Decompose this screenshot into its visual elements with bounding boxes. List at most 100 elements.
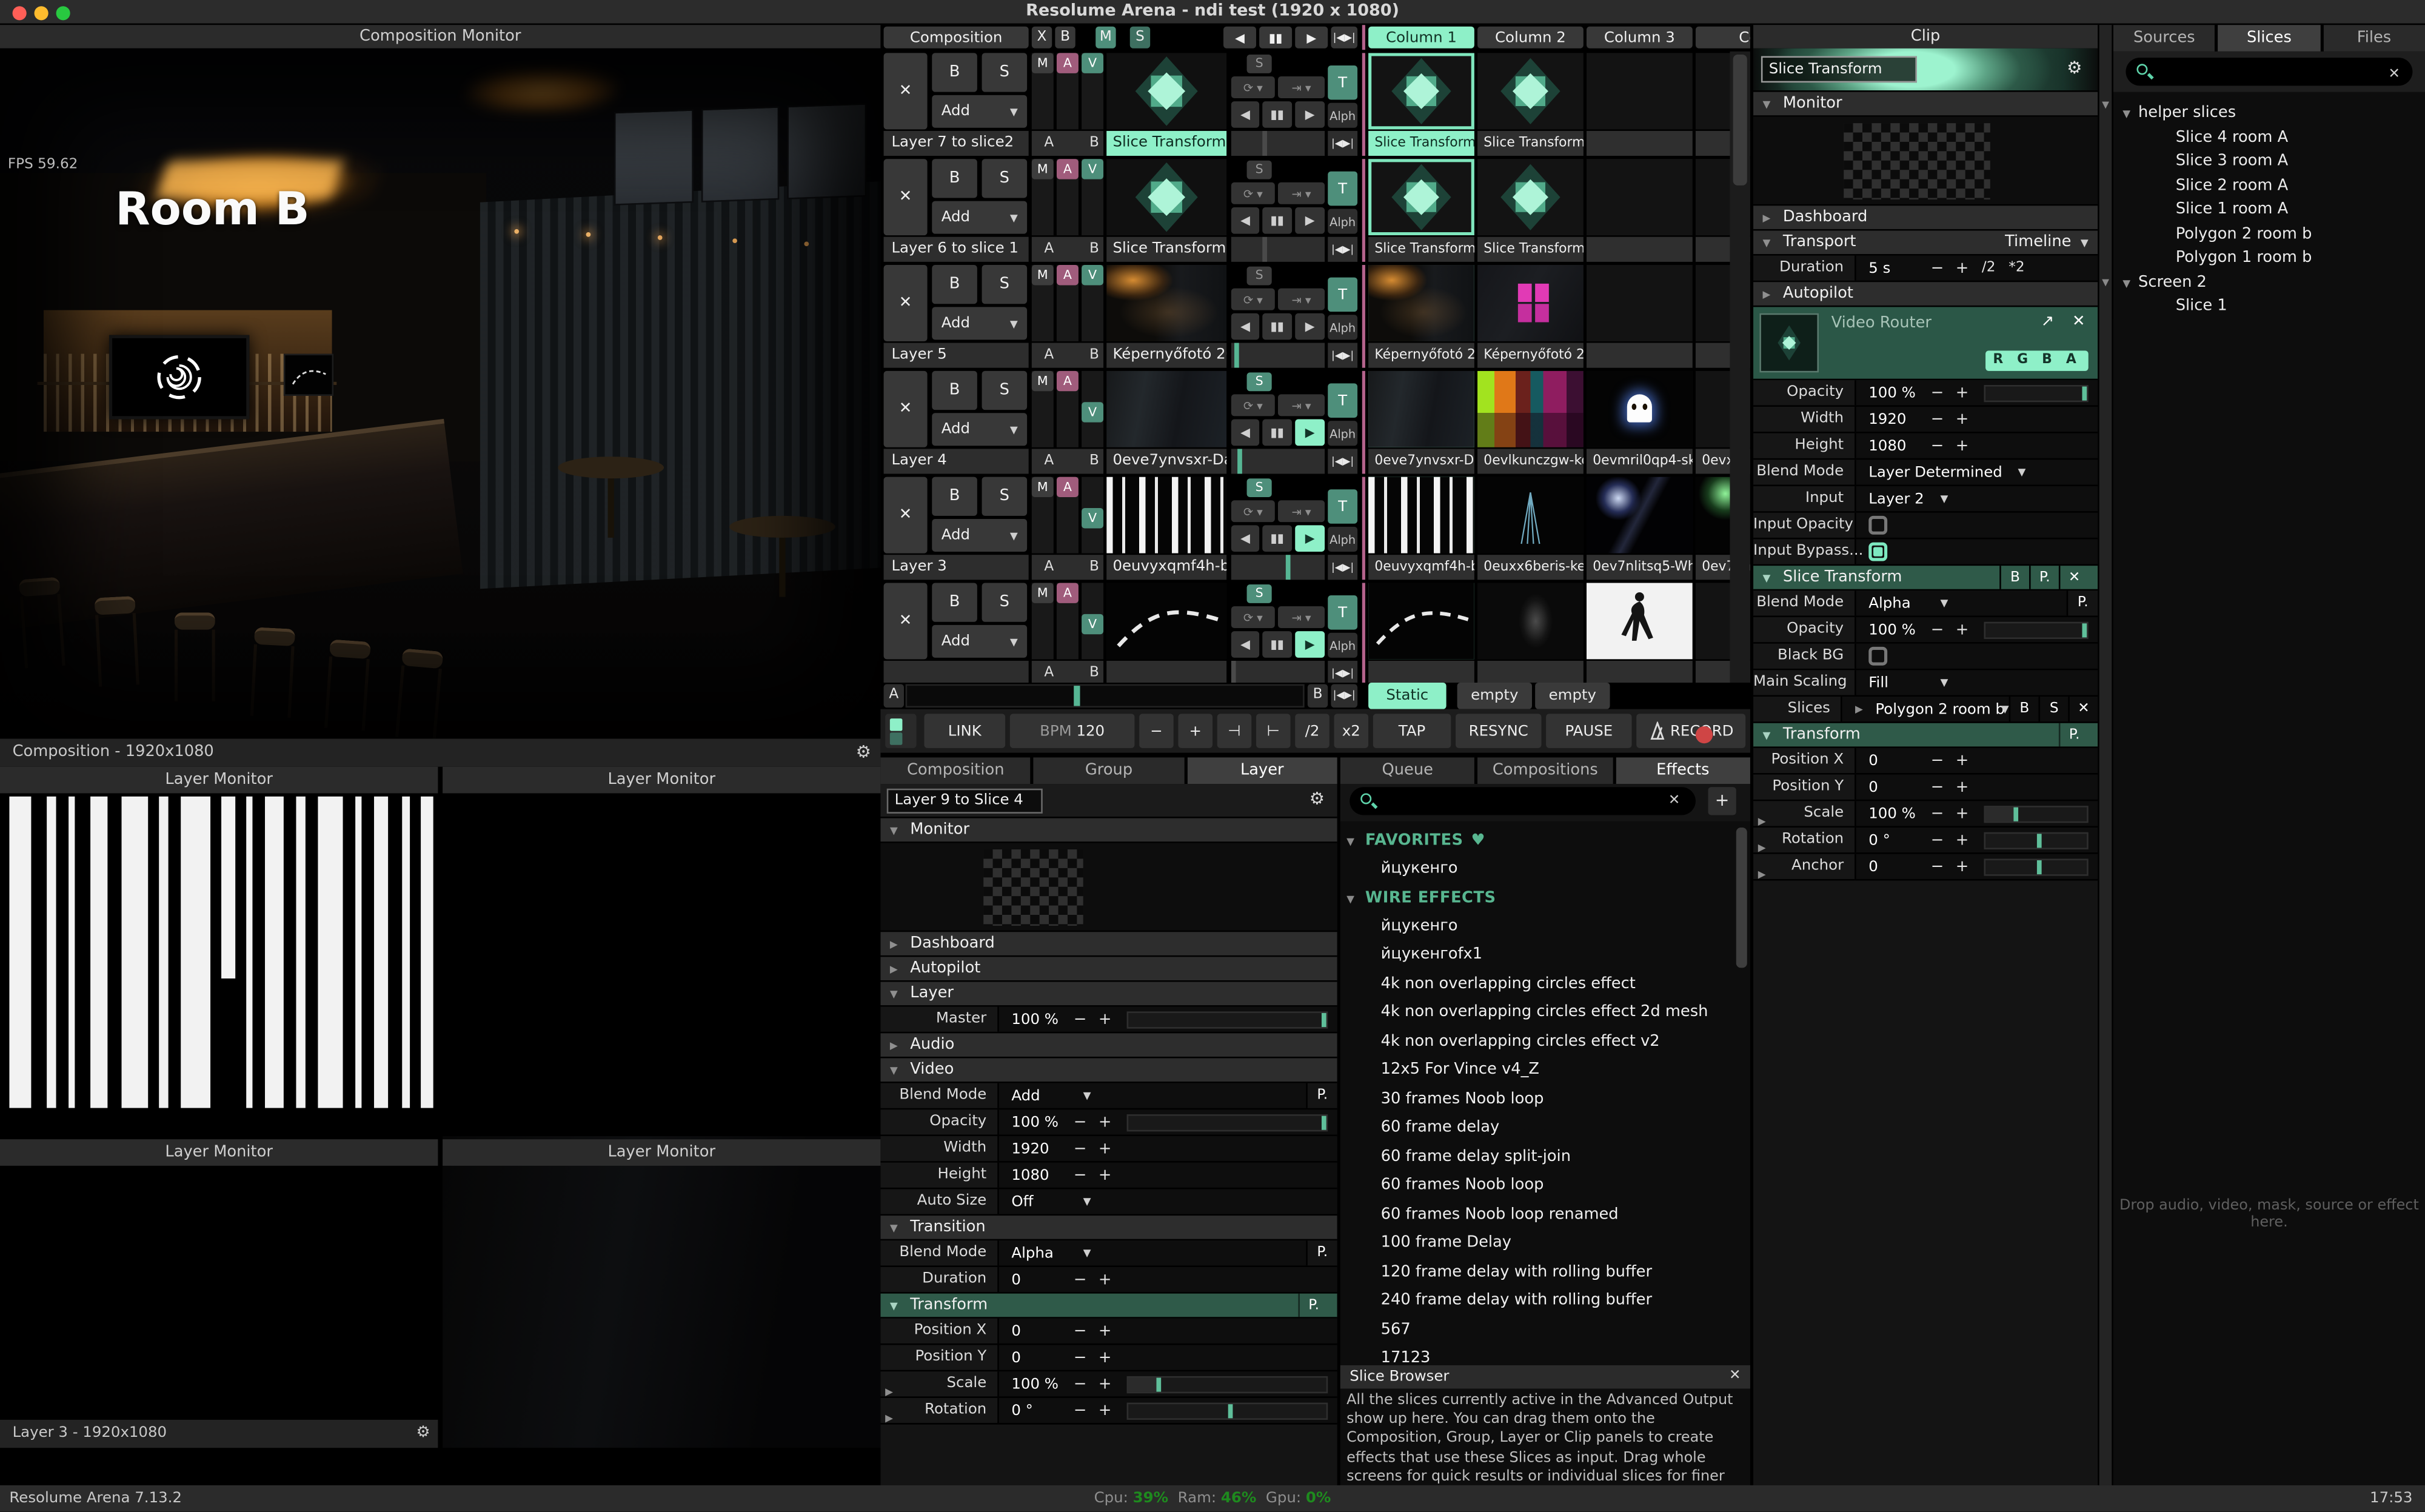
- chevron-down-icon[interactable]: ▼: [1941, 677, 1948, 689]
- effect-item[interactable]: 567: [1340, 1316, 1750, 1345]
- layer-bypass-button[interactable]: B: [932, 477, 977, 516]
- section-header-transform[interactable]: ▼TransformP.: [1753, 723, 2098, 748]
- checkbox-unchecked[interactable]: [1868, 647, 1887, 666]
- tab-group[interactable]: Group: [1034, 757, 1184, 784]
- clip-loop-mode-dropdown[interactable]: ⟳ ▾: [1231, 394, 1275, 416]
- deck-preset-button[interactable]: empty: [1457, 683, 1532, 709]
- layer-video-fader[interactable]: V: [1082, 477, 1103, 554]
- clip-progress-bar[interactable]: [1231, 449, 1325, 473]
- layer-name[interactable]: Layer 7 to slice2: [884, 131, 1029, 156]
- clip-progress-bar[interactable]: [1231, 555, 1325, 580]
- layer-audio-fader[interactable]: A: [1057, 53, 1079, 129]
- close-icon[interactable]: ✕: [1729, 1365, 1741, 1389]
- effect-item[interactable]: 17123: [1340, 1345, 1750, 1365]
- layer-blend-dropdown[interactable]: Add▼: [932, 625, 1027, 658]
- layer-solo-button[interactable]: S: [982, 159, 1028, 198]
- property-value[interactable]: Alpha: [1856, 595, 1925, 612]
- column-2-header[interactable]: Column 2: [1477, 27, 1584, 49]
- increment-button[interactable]: +: [1950, 805, 1975, 822]
- clip-cell[interactable]: Slice Transform: [1477, 159, 1584, 262]
- layer-crossfader-assign[interactable]: A B: [1032, 131, 1103, 156]
- layer-active-clip-name[interactable]: Slice Transform: [1106, 237, 1226, 262]
- value-slider[interactable]: [1984, 858, 2089, 875]
- effect-item[interactable]: 60 frame delay split-join: [1340, 1143, 1750, 1172]
- clip-name[interactable]: 0euvyxqmf4h-bas...: [1368, 555, 1474, 580]
- increment-button[interactable]: +: [1092, 1402, 1117, 1419]
- layer-transition-blend-label[interactable]: Alph: [1328, 315, 1357, 340]
- clip-thumbnail[interactable]: [1587, 53, 1693, 129]
- clip-name[interactable]: Slice Transform: [1477, 237, 1584, 262]
- value-slider[interactable]: [1984, 384, 2089, 401]
- effect-item[interactable]: 60 frames Noob loop: [1340, 1172, 1750, 1201]
- clip-thumbnail[interactable]: [1368, 477, 1474, 554]
- effect-item[interactable]: 12x5 For Vince v4_Z: [1340, 1057, 1750, 1086]
- layer-active-clip-thumbnail[interactable]: [1106, 53, 1226, 129]
- clip-play-button[interactable]: ▶: [1295, 101, 1325, 128]
- clip-name[interactable]: [1368, 661, 1474, 683]
- clip-thumbnail[interactable]: [1477, 477, 1584, 554]
- layer-active-clip-thumbnail[interactable]: [1106, 159, 1226, 235]
- clip-sync-button[interactable]: S: [1247, 55, 1272, 73]
- deck-scrollbar[interactable]: [1730, 52, 1750, 683]
- clip-play-backward-button[interactable]: ◀: [1231, 631, 1259, 658]
- clip-pause-button[interactable]: ▮▮: [1262, 525, 1292, 552]
- layer-active-clip-name[interactable]: Képernyőfotó 20 ...: [1106, 343, 1226, 368]
- property-value[interactable]: 0: [1856, 858, 1925, 875]
- decrement-button[interactable]: −: [1925, 621, 1950, 638]
- property-value[interactable]: 5 s: [1856, 259, 1925, 276]
- layer-clear-button[interactable]: ✕: [884, 53, 928, 129]
- decrement-button[interactable]: −: [1925, 831, 1950, 848]
- layer-blend-dropdown[interactable]: Add▼: [932, 95, 1027, 128]
- decrement-button[interactable]: −: [1925, 805, 1950, 822]
- clip-cell[interactable]: Slice Transform: [1368, 53, 1474, 156]
- clip-thumbnail[interactable]: [1368, 371, 1474, 447]
- clip-direction-dropdown[interactable]: ⇥ ▾: [1278, 182, 1325, 204]
- value-slider[interactable]: [1984, 805, 2089, 822]
- layer-video-fader[interactable]: V: [1082, 371, 1103, 447]
- param-pin-button[interactable]: P.: [2059, 723, 2089, 747]
- layer-solo-button[interactable]: S: [982, 583, 1028, 621]
- tab-compositions[interactable]: Compositions: [1478, 757, 1613, 784]
- composition-master-button[interactable]: M: [1095, 27, 1116, 49]
- row-button-✕[interactable]: ✕: [2068, 697, 2098, 721]
- increment-button[interactable]: +: [1092, 1271, 1117, 1288]
- bpm-display[interactable]: BPM120: [1010, 714, 1135, 748]
- duration-half-button[interactable]: /2: [1975, 260, 2002, 276]
- clip-thumbnail[interactable]: [1477, 583, 1584, 659]
- layer-bypass-button[interactable]: B: [932, 53, 977, 92]
- expand-icon[interactable]: ↗: [2041, 313, 2055, 330]
- increment-button[interactable]: +: [1092, 1140, 1117, 1157]
- clip-thumbnail[interactable]: [1368, 53, 1474, 129]
- increment-button[interactable]: +: [1092, 1376, 1117, 1393]
- effect-item[interactable]: 120 frame delay with rolling buffer: [1340, 1259, 1750, 1288]
- increment-button[interactable]: +: [1950, 384, 1975, 401]
- property-value[interactable]: 0: [999, 1271, 1068, 1288]
- value-slider[interactable]: [1127, 1402, 1328, 1419]
- deck-prev-next-buttons[interactable]: |◀▶|: [1331, 27, 1357, 49]
- layer-crossfader-assign[interactable]: A B: [1032, 449, 1103, 473]
- clip-thumbnail[interactable]: [1477, 265, 1584, 341]
- layer-name[interactable]: Layer 6 to slice 1: [884, 237, 1029, 262]
- clip-prev-next-buttons[interactable]: |◀▶|: [1328, 449, 1357, 473]
- clip-loop-mode-dropdown[interactable]: ⟳ ▾: [1231, 76, 1275, 98]
- clip-prev-next-buttons[interactable]: |◀▶|: [1328, 237, 1357, 262]
- layer-transition-button[interactable]: T: [1328, 172, 1357, 206]
- property-value[interactable]: Off: [999, 1193, 1068, 1210]
- clip-cell[interactable]: [1587, 583, 1693, 683]
- chevron-down-icon[interactable]: ▼: [1083, 1247, 1091, 1260]
- clip-name[interactable]: [1477, 661, 1584, 683]
- param-pin-button[interactable]: P.: [1306, 1083, 1337, 1108]
- tree-item[interactable]: ▼helper slices: [2113, 101, 2425, 125]
- property-value[interactable]: 1080: [1856, 437, 1925, 454]
- layer-video-fader[interactable]: V: [1082, 159, 1103, 235]
- value-slider[interactable]: [1127, 1011, 1328, 1028]
- clip-cell[interactable]: 0eve7ynvsxr-Dark01: [1368, 371, 1474, 474]
- browser-search-input[interactable]: ✕: [2126, 58, 2412, 85]
- clip-thumbnail[interactable]: [1587, 371, 1693, 447]
- clip-name[interactable]: [1587, 661, 1693, 683]
- layer-crossfader-assign[interactable]: A B: [1032, 555, 1103, 580]
- clip-pause-button[interactable]: ▮▮: [1262, 313, 1292, 340]
- row-button-s[interactable]: S: [2038, 697, 2068, 721]
- effect-item[interactable]: 30 frames Noob loop: [1340, 1085, 1750, 1114]
- clip-progress-bar[interactable]: [1231, 661, 1325, 683]
